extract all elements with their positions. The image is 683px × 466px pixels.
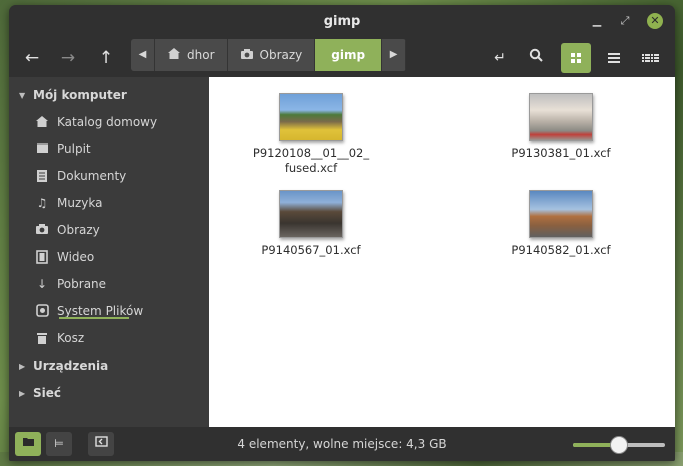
sidebar-item-label: Pobrane bbox=[57, 277, 107, 291]
zoom-slider-handle[interactable] bbox=[610, 436, 628, 454]
list-view-button[interactable] bbox=[599, 43, 629, 73]
up-button[interactable]: ↑ bbox=[91, 43, 121, 73]
sidebar-item-desktop[interactable]: Pulpit bbox=[35, 138, 91, 160]
file-name: P9120108__01__02_ bbox=[252, 146, 370, 160]
window-title: gimp bbox=[323, 14, 361, 29]
sidebar-section-network[interactable]: ▶ Sieć bbox=[19, 386, 61, 400]
breadcrumb-label: dhor bbox=[187, 48, 215, 62]
location-toggle-button[interactable]: ↵ bbox=[485, 43, 515, 73]
search-button[interactable] bbox=[521, 43, 551, 73]
image-thumbnail bbox=[279, 190, 343, 238]
file-item[interactable]: P9140582_01.xcf bbox=[481, 190, 641, 258]
sidebar-item-music[interactable]: ♫ Muzyka bbox=[35, 192, 103, 214]
minimize-button[interactable]: ▁ bbox=[589, 13, 605, 29]
maximize-button[interactable]: ⤢ bbox=[617, 13, 633, 29]
status-bar: ⊨ 4 elementy, wolne miejsce: 4,3 GB bbox=[9, 427, 675, 461]
documents-icon bbox=[35, 169, 49, 183]
breadcrumb-item-gimp[interactable]: gimp bbox=[315, 39, 383, 71]
image-thumbnail bbox=[529, 93, 593, 141]
collapsed-triangle-icon: ▶ bbox=[19, 388, 26, 398]
forward-button[interactable]: → bbox=[53, 43, 83, 73]
search-icon bbox=[529, 48, 543, 66]
sidebar-item-videos[interactable]: Wideo bbox=[35, 246, 94, 268]
camera-icon bbox=[240, 48, 254, 63]
sidebar-item-home[interactable]: Katalog domowy bbox=[35, 111, 157, 133]
grid-view-icon bbox=[571, 53, 581, 63]
breadcrumb-right-arrow[interactable]: ▶ bbox=[382, 39, 407, 71]
home-icon bbox=[35, 115, 49, 129]
sidebar-item-downloads[interactable]: ↓ Pobrane bbox=[35, 273, 106, 295]
download-icon: ↓ bbox=[36, 277, 48, 291]
sidebar-item-label: Pulpit bbox=[57, 142, 91, 156]
sidebar-item-label: Kosz bbox=[57, 331, 85, 345]
sidebar-item-trash[interactable]: Kosz bbox=[35, 327, 84, 349]
video-icon bbox=[35, 250, 49, 264]
section-label: Urządzenia bbox=[33, 359, 109, 373]
breadcrumb-label: Obrazy bbox=[259, 48, 303, 62]
compact-view-button[interactable] bbox=[635, 43, 665, 73]
toolbar: ← → ↑ ◀ dhor Obrazy gimp ▶ ↵ bbox=[9, 37, 675, 77]
sidebar-item-documents[interactable]: Dokumenty bbox=[35, 165, 126, 187]
camera-icon bbox=[35, 223, 49, 237]
sidebar-item-label: Muzyka bbox=[57, 196, 103, 210]
expanded-triangle-icon: ▼ bbox=[19, 90, 26, 100]
title-bar: gimp ▁ ⤢ ✕ bbox=[9, 5, 675, 37]
home-icon bbox=[167, 47, 181, 63]
sidebar-item-label: System Plików bbox=[57, 304, 144, 318]
breadcrumb: ◀ dhor Obrazy gimp ▶ bbox=[131, 39, 407, 71]
section-label: Sieć bbox=[33, 386, 62, 400]
trash-icon bbox=[35, 331, 49, 345]
enter-location-icon: ↵ bbox=[494, 50, 506, 66]
disk-usage-indicator bbox=[59, 317, 129, 319]
image-thumbnail bbox=[529, 190, 593, 238]
back-button[interactable]: ← bbox=[17, 43, 47, 73]
sidebar-item-label: Katalog domowy bbox=[57, 115, 158, 129]
icon-view-button[interactable] bbox=[561, 43, 591, 73]
sidebar-item-label: Dokumenty bbox=[57, 169, 127, 183]
section-label: Mój komputer bbox=[33, 88, 127, 102]
file-view: P9120108__01__02_ fused.xcf P9130381_01.… bbox=[209, 77, 675, 427]
sidebar-section-computer[interactable]: ▼ Mój komputer bbox=[19, 88, 127, 102]
music-icon: ♫ bbox=[36, 196, 48, 210]
breadcrumb-item-home[interactable]: dhor bbox=[155, 39, 228, 71]
breadcrumb-item-obrazy[interactable]: Obrazy bbox=[227, 39, 316, 71]
sidebar-item-label: Obrazy bbox=[57, 223, 100, 237]
collapsed-triangle-icon: ▶ bbox=[19, 361, 26, 371]
close-button[interactable]: ✕ bbox=[647, 13, 663, 29]
sidebar-section-devices[interactable]: ▶ Urządzenia bbox=[19, 359, 108, 373]
file-name: P9140582_01.xcf bbox=[511, 243, 611, 257]
compact-view-icon bbox=[641, 54, 659, 62]
desktop-icon bbox=[35, 142, 49, 156]
image-thumbnail bbox=[279, 93, 343, 141]
sidebar-item-pictures[interactable]: Obrazy bbox=[35, 219, 100, 241]
file-item[interactable]: P9140567_01.xcf bbox=[231, 190, 391, 258]
sidebar-item-label: Wideo bbox=[57, 250, 95, 264]
file-name-continued: fused.xcf bbox=[284, 161, 338, 175]
file-name: P9140567_01.xcf bbox=[261, 243, 361, 257]
file-item[interactable]: P9120108__01__02_ fused.xcf bbox=[231, 93, 391, 176]
file-name: P9130381_01.xcf bbox=[511, 146, 611, 160]
list-view-icon bbox=[608, 51, 620, 65]
filesystem-icon bbox=[35, 304, 49, 318]
sidebar: ▼ Mój komputer Katalog domowy Pulpit Dok… bbox=[9, 77, 209, 427]
file-manager-window: gimp ▁ ⤢ ✕ ← → ↑ ◀ dhor Obrazy gimp ▶ ↵ … bbox=[9, 5, 675, 461]
breadcrumb-left-arrow[interactable]: ◀ bbox=[131, 39, 155, 71]
breadcrumb-label: gimp bbox=[331, 48, 366, 62]
file-item[interactable]: P9130381_01.xcf bbox=[481, 93, 641, 161]
